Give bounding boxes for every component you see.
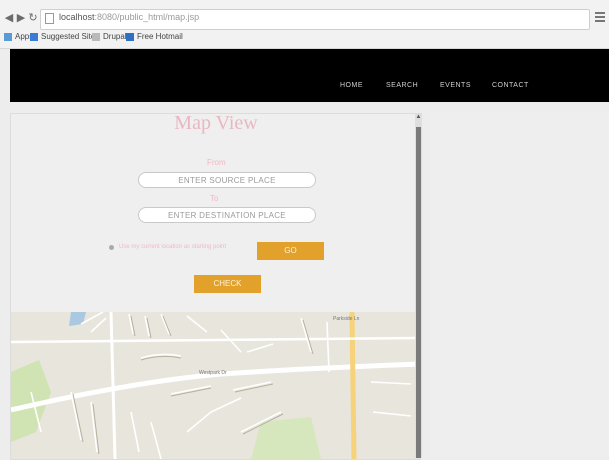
nav-contact[interactable]: CONTACT (492, 82, 529, 89)
bookmark-suggested-sites[interactable]: Suggested Sites (30, 32, 99, 41)
map-graphic (11, 312, 421, 459)
suggested-sites-icon (30, 32, 38, 41)
nav-home[interactable]: HOME (340, 82, 363, 89)
drupal-icon (92, 32, 100, 41)
destination-label: To (210, 194, 219, 203)
map-canvas[interactable]: Parkside Ln Westpark Dr (11, 312, 421, 459)
page-icon (45, 13, 54, 24)
current-location-text: Use my current location as starting poin… (119, 244, 227, 250)
url-text: localhost:8080/public_html/map.jsp (59, 12, 199, 22)
bookmark-free-hotmail[interactable]: Free Hotmail (126, 32, 183, 41)
scroll-up-icon[interactable]: ▲ (415, 113, 422, 121)
source-input[interactable]: ENTER SOURCE PLACE (138, 172, 316, 188)
url-path: :8080/public_html/map.jsp (94, 12, 200, 22)
bookmarks-bar: Apps Suggested Sites Drupal Free Hotmail (0, 30, 609, 46)
bookmark-apps[interactable]: Apps (4, 32, 33, 41)
menu-icon[interactable] (595, 12, 605, 22)
url-host: localhost (59, 12, 95, 22)
address-bar[interactable]: localhost:8080/public_html/map.jsp (40, 9, 590, 30)
panel-scrollbar[interactable]: ▲ (415, 113, 422, 458)
address-row: ◀ ▶ ↻ localhost:8080/public_html/map.jsp (0, 8, 609, 30)
check-button[interactable]: CHECK (194, 275, 261, 293)
scrollbar-thumb[interactable] (416, 127, 421, 458)
bookmark-drupal[interactable]: Drupal (92, 32, 127, 41)
bookmark-label: Free Hotmail (137, 32, 183, 41)
apps-icon (4, 32, 12, 41)
site-navbar: HOME SEARCH EVENTS CONTACT (10, 49, 609, 102)
reload-icon[interactable]: ↻ (26, 11, 40, 25)
source-label: From (207, 158, 226, 167)
nav-events[interactable]: EVENTS (440, 82, 471, 89)
nav-search[interactable]: SEARCH (386, 82, 418, 89)
destination-input[interactable]: ENTER DESTINATION PLACE (138, 207, 316, 223)
map-road-label: Parkside Ln (333, 316, 360, 322)
go-button[interactable]: GO (257, 242, 324, 260)
right-column (430, 113, 609, 458)
park-area (251, 417, 321, 459)
map-view-panel: Map View From ENTER SOURCE PLACE To ENTE… (10, 113, 421, 460)
hotmail-icon (126, 32, 134, 41)
browser-chrome: ◀ ▶ ↻ localhost:8080/public_html/map.jsp… (0, 0, 609, 49)
current-location-radio[interactable] (109, 245, 114, 250)
page-title: Map View (174, 113, 258, 134)
map-road-label: Westpark Dr (199, 370, 227, 376)
bookmark-label: Drupal (103, 32, 127, 41)
bookmark-label: Suggested Sites (41, 32, 100, 41)
highway (349, 312, 357, 459)
